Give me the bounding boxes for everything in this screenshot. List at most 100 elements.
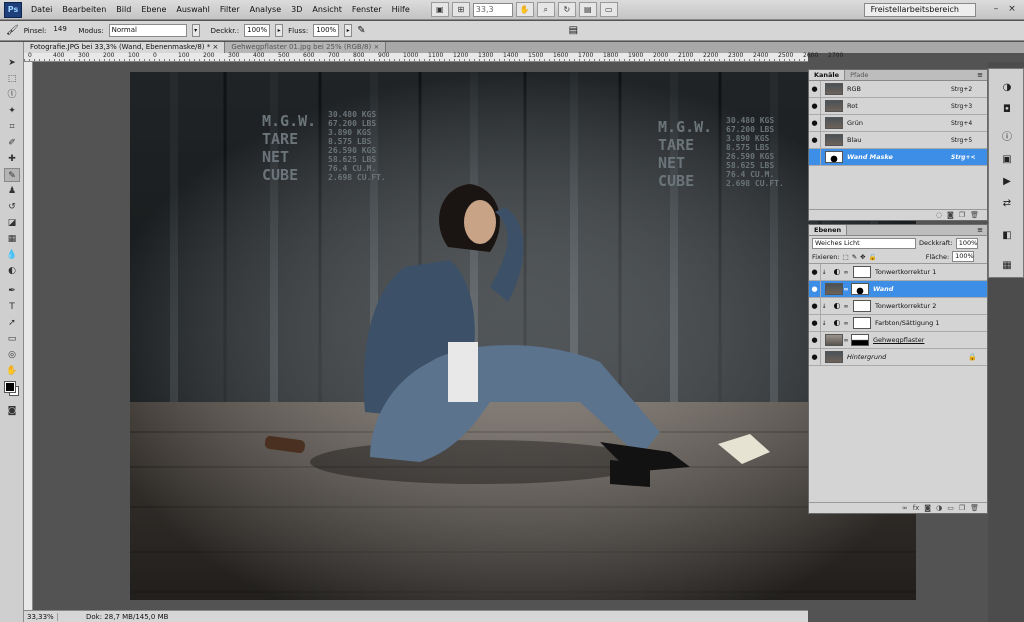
menu-fenster[interactable]: Fenster (347, 0, 387, 20)
panel-menu-icon[interactable]: ≡ (977, 70, 987, 80)
eye-icon[interactable]: ● (809, 131, 821, 149)
menu-ansicht[interactable]: Ansicht (307, 0, 347, 20)
layer-row[interactable]: ● ↓ ◐ ∞ Tonwertkorrektur 2 (809, 297, 987, 315)
link-icon[interactable]: ∞ (843, 337, 849, 344)
ruler-horizontal[interactable]: 0 400 300 200 100 0 100 200 300 400 500 600 700 800 90… (24, 53, 843, 62)
menu-datei[interactable]: Datei (26, 0, 57, 20)
menu-analyse[interactable]: Analyse (245, 0, 287, 20)
link-icon[interactable]: ∞ (843, 303, 849, 310)
zoom-tool-icon[interactable]: ⌕ (536, 2, 555, 17)
layer-row[interactable]: ● Hintergrund 🔒 (809, 348, 987, 366)
menu-bild[interactable]: Bild (111, 0, 136, 20)
ruler-vertical[interactable] (24, 62, 33, 610)
brush-size[interactable]: 149 (51, 24, 73, 37)
rotate-view-icon[interactable]: ↻ (557, 2, 576, 17)
layer-row[interactable]: ● ∞ Gehwegpflaster (809, 331, 987, 349)
eye-icon[interactable]: ● (809, 331, 821, 349)
bridge-icon[interactable]: ▣ (430, 2, 449, 17)
deckkr-field[interactable]: 100% (244, 24, 271, 37)
new-channel-icon[interactable]: ❐ (959, 211, 965, 219)
menu-auswahl[interactable]: Auswahl (171, 0, 214, 20)
camera-icon[interactable]: ◘ (999, 103, 1015, 117)
view-extras-icon[interactable]: ⊞ (451, 2, 470, 17)
menu-ebene[interactable]: Ebene (136, 0, 171, 20)
history-icon[interactable]: ⇄ (999, 197, 1015, 211)
path-select-icon[interactable]: ➚ (4, 316, 20, 330)
menu-filter[interactable]: Filter (215, 0, 245, 20)
close-window-icon[interactable]: × (1006, 3, 1018, 15)
menu-bearbeiten[interactable]: Bearbeiten (57, 0, 111, 20)
link-icon[interactable]: ∞ (843, 286, 849, 293)
panel-menu-icon[interactable]: ≡ (977, 225, 987, 235)
airbrush-icon[interactable]: ✎ (357, 25, 365, 36)
swatches-icon[interactable]: ▦ (999, 259, 1015, 273)
info-icon[interactable]: ⓘ (999, 131, 1015, 145)
eye-icon[interactable]: ● (809, 97, 821, 115)
trash-icon[interactable]: 🗑 (970, 211, 979, 219)
lasso-tool-icon[interactable]: ⓛ (4, 88, 20, 102)
link-layers-icon[interactable]: ∞ (902, 504, 908, 512)
lock-pixels-icon[interactable]: ⬚ (843, 253, 849, 261)
dodge-tool-icon[interactable]: ◐ (4, 264, 20, 278)
chevron-right-icon[interactable]: ▸ (275, 24, 284, 37)
document-image[interactable]: M.G.W. TARE NET CUBE 30.480 KGS 67.200 L… (130, 72, 916, 600)
link-icon[interactable]: ∞ (843, 269, 849, 276)
eye-icon[interactable]: ● (809, 314, 821, 332)
screen-mode-icon[interactable]: ▭ (599, 2, 618, 17)
modus-select[interactable]: Normal (108, 24, 187, 37)
hand-tool-icon[interactable]: ✋ (515, 2, 534, 17)
deckkraft-field[interactable]: 100% (955, 237, 978, 249)
brush-tool-icon[interactable]: ✎ (4, 168, 20, 182)
minimize-icon[interactable]: – (990, 3, 1002, 15)
trash-icon[interactable]: 🗑 (970, 504, 979, 512)
actions-icon[interactable]: ▶ (999, 175, 1015, 189)
history-brush-icon[interactable]: ↺ (4, 200, 20, 214)
crop-tool-icon[interactable]: ⌗ (4, 120, 20, 134)
shape-tool-icon[interactable]: ▭ (4, 332, 20, 346)
eye-icon[interactable]: ● (809, 263, 821, 281)
lock-paint-icon[interactable]: ✎ (852, 253, 857, 261)
close-icon[interactable]: × (373, 43, 379, 51)
arrange-docs-icon[interactable]: ▤ (578, 2, 597, 17)
new-layer-icon[interactable]: ❐ (959, 504, 965, 512)
status-zoom[interactable]: 33,33% (24, 612, 58, 621)
healing-brush-icon[interactable]: ✚ (4, 152, 20, 166)
add-mask-icon[interactable]: ◙ (924, 504, 931, 512)
canvas-area[interactable]: M.G.W. TARE NET CUBE 30.480 KGS 67.200 L… (34, 62, 916, 610)
brush-panel-icon[interactable]: ▤ (569, 25, 578, 36)
3d-rotate-icon[interactable]: ◎ (4, 348, 20, 362)
move-tool-icon[interactable]: ➤ (4, 56, 20, 70)
blur-tool-icon[interactable]: 💧 (4, 248, 20, 262)
new-adjustment-icon[interactable]: ◑ (936, 504, 942, 512)
save-selection-icon[interactable]: ◙ (947, 211, 954, 219)
channel-row-selected[interactable]: ● Wand Maske Strg+< (809, 148, 987, 166)
lock-all-icon[interactable]: 🔒 (869, 253, 877, 261)
gradient-tool-icon[interactable]: ▦ (4, 232, 20, 246)
link-icon[interactable]: ∞ (843, 320, 849, 327)
eye-icon[interactable]: ● (809, 114, 821, 132)
layer-row[interactable]: ● ↓ ◐ ∞ Tonwertkorrektur 1 (809, 263, 987, 281)
menu-3d[interactable]: 3D (286, 0, 307, 20)
navigator-icon[interactable]: ▣ (999, 153, 1015, 167)
eye-icon[interactable]: ● (809, 297, 821, 315)
channel-row[interactable]: ● RGB Strg+2 (809, 80, 987, 98)
layer-style-icon[interactable]: fx (913, 504, 920, 512)
type-tool-icon[interactable]: T (4, 300, 20, 314)
tab-ebenen[interactable]: Ebenen (809, 225, 848, 235)
clone-stamp-icon[interactable]: ♟ (4, 184, 20, 198)
styles-icon[interactable]: ◧ (999, 229, 1015, 243)
hand-tool-icon[interactable]: ✋ (4, 364, 20, 378)
quick-select-icon[interactable]: ✦ (4, 104, 20, 118)
quick-mask-icon[interactable]: ◙ (4, 404, 20, 418)
new-group-icon[interactable]: ▭ (947, 504, 954, 512)
eye-icon[interactable]: ● (809, 80, 821, 98)
adjustments-icon[interactable]: ◑ (999, 81, 1015, 95)
flaeche-field[interactable]: 100% (952, 251, 975, 262)
close-icon[interactable]: × (213, 43, 219, 51)
fluss-field[interactable]: 100% (313, 24, 340, 37)
eraser-icon[interactable]: ◪ (4, 216, 20, 230)
channel-row[interactable]: ● Grün Strg+4 (809, 114, 987, 132)
blend-mode-select[interactable]: Weiches Licht (812, 237, 916, 249)
pen-tool-icon[interactable]: ✒ (4, 284, 20, 298)
zoom-field[interactable]: 33,3 (472, 2, 513, 17)
